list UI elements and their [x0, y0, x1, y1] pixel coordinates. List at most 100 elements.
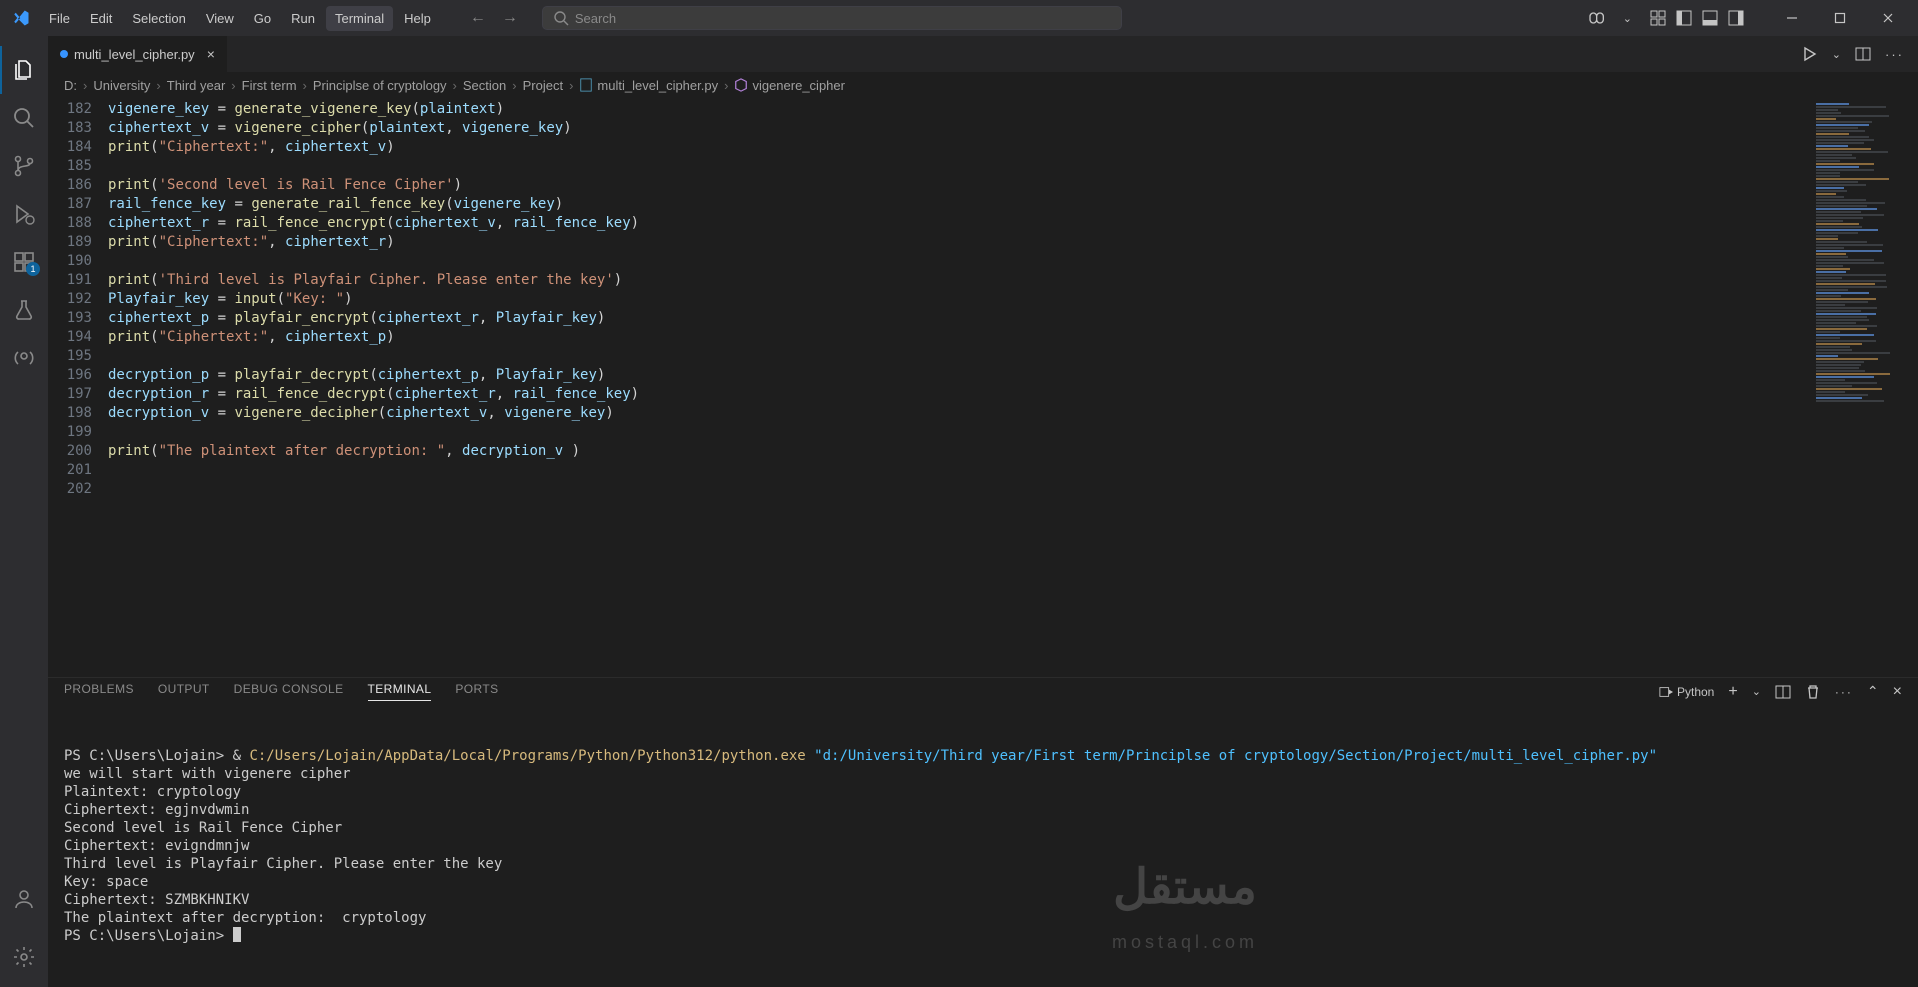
panel-tab-problems[interactable]: PROBLEMS — [64, 682, 134, 701]
launch-profile-label: Python — [1677, 685, 1714, 699]
breadcrumb-segment[interactable]: University — [93, 78, 150, 93]
more-actions-icon[interactable]: ··· — [1885, 47, 1904, 62]
toggle-sidebar-right-icon[interactable] — [1728, 10, 1744, 26]
nav-back-icon[interactable]: ← — [470, 9, 486, 27]
panel-tab-ports[interactable]: PORTS — [455, 682, 498, 701]
close-window-button[interactable] — [1866, 3, 1910, 33]
live-share-activity[interactable] — [0, 334, 48, 382]
maximize-button[interactable] — [1818, 3, 1862, 33]
code-line[interactable]: print('Third level is Playfair Cipher. P… — [108, 271, 1812, 290]
settings-activity[interactable] — [0, 933, 48, 981]
breadcrumb-file[interactable]: multi_level_cipher.py — [579, 78, 718, 93]
panel-tab-terminal[interactable]: TERMINAL — [368, 682, 432, 701]
code-line[interactable]: vigenere_key = generate_vigenere_key(pla… — [108, 100, 1812, 119]
code-line[interactable]: ciphertext_v = vigenere_cipher(plaintext… — [108, 119, 1812, 138]
minimap[interactable] — [1812, 98, 1902, 677]
code-line[interactable]: print("Ciphertext:", ciphertext_p) — [108, 328, 1812, 347]
code-line[interactable]: decryption_p = playfair_decrypt(cipherte… — [108, 366, 1812, 385]
title-bar: FileEditSelectionViewGoRunTerminalHelp ←… — [0, 0, 1918, 36]
code-line[interactable] — [108, 157, 1812, 176]
chevron-right-icon: › — [453, 78, 457, 93]
debug-launch-icon — [1659, 685, 1673, 699]
extensions-activity[interactable]: 1 — [0, 238, 48, 286]
code-line[interactable]: Playfair_key = input("Key: ") — [108, 290, 1812, 309]
code-line[interactable]: rail_fence_key = generate_rail_fence_key… — [108, 195, 1812, 214]
testing-activity[interactable] — [0, 286, 48, 334]
breadcrumb-segment[interactable]: Third year — [167, 78, 226, 93]
breadcrumb[interactable]: D: › University › Third year › First ter… — [48, 72, 1918, 98]
code-line[interactable]: print('Second level is Rail Fence Cipher… — [108, 176, 1812, 195]
code-line[interactable] — [108, 252, 1812, 271]
search-activity[interactable] — [0, 94, 48, 142]
menu-item-edit[interactable]: Edit — [81, 6, 121, 31]
source-control-activity[interactable] — [0, 142, 48, 190]
editor-body[interactable]: 1821831841851861871881891901911921931941… — [48, 98, 1918, 677]
terminal-launch-profile[interactable]: Python — [1659, 685, 1714, 699]
code-line[interactable]: print("The plaintext after decryption: "… — [108, 442, 1812, 461]
command-center-search[interactable]: Search — [542, 6, 1122, 30]
menu-item-terminal[interactable]: Terminal — [326, 6, 393, 31]
editor-tabs: multi_level_cipher.py × ⌄ ··· — [48, 36, 1918, 72]
extensions-badge: 1 — [26, 262, 40, 276]
minimize-button[interactable] — [1770, 3, 1814, 33]
menu-item-file[interactable]: File — [40, 6, 79, 31]
panel-tab-output[interactable]: OUTPUT — [158, 682, 210, 701]
breadcrumb-segment[interactable]: Project — [523, 78, 563, 93]
layout-customize-icon[interactable] — [1650, 10, 1666, 26]
new-terminal-icon[interactable]: + — [1728, 683, 1737, 701]
panel-tab-debug-console[interactable]: DEBUG CONSOLE — [234, 682, 344, 701]
run-play-icon[interactable] — [1802, 46, 1818, 62]
terminal-cursor — [233, 927, 241, 942]
search-icon — [12, 106, 36, 130]
code-line[interactable]: print("Ciphertext:", ciphertext_v) — [108, 138, 1812, 157]
code-line[interactable]: decryption_r = rail_fence_decrypt(cipher… — [108, 385, 1812, 404]
close-panel-icon[interactable]: × — [1893, 683, 1902, 701]
window-controls — [1770, 3, 1910, 33]
copilot-icon[interactable] — [1585, 8, 1605, 28]
terminal-prompt[interactable]: PS C:\Users\Lojain> — [64, 927, 1902, 945]
terminal-line: Key: space — [64, 873, 1902, 891]
terminal-line: The plaintext after decryption: cryptolo… — [64, 909, 1902, 927]
menu-item-view[interactable]: View — [197, 6, 243, 31]
code-line[interactable] — [108, 423, 1812, 442]
breadcrumb-segment[interactable]: D: — [64, 78, 77, 93]
toggle-panel-icon[interactable] — [1702, 10, 1718, 26]
toggle-sidebar-left-icon[interactable] — [1676, 10, 1692, 26]
explorer-activity[interactable] — [0, 46, 48, 94]
kill-terminal-icon[interactable] — [1805, 684, 1821, 700]
menu-item-help[interactable]: Help — [395, 6, 440, 31]
code-content[interactable]: vigenere_key = generate_vigenere_key(pla… — [108, 98, 1812, 677]
nav-forward-icon[interactable]: → — [502, 9, 518, 27]
maximize-panel-icon[interactable]: ⌃ — [1867, 683, 1879, 700]
code-line[interactable] — [108, 347, 1812, 366]
code-line[interactable]: decryption_v = vigenere_decipher(ciphert… — [108, 404, 1812, 423]
close-tab-icon[interactable]: × — [207, 46, 215, 62]
split-editor-icon[interactable] — [1855, 46, 1871, 62]
code-line[interactable]: print("Ciphertext:", ciphertext_r) — [108, 233, 1812, 252]
run-debug-activity[interactable] — [0, 190, 48, 238]
code-line[interactable]: ciphertext_p = playfair_encrypt(cipherte… — [108, 309, 1812, 328]
breadcrumb-symbol[interactable]: vigenere_cipher — [734, 78, 845, 93]
code-line[interactable] — [108, 461, 1812, 480]
more-actions-icon[interactable]: ··· — [1835, 685, 1853, 699]
activity-bar: 1 — [0, 36, 48, 987]
chevron-down-icon[interactable]: ⌄ — [1623, 12, 1632, 25]
breadcrumb-segment[interactable]: Section — [463, 78, 506, 93]
terminal-line: Ciphertext: evigndmnjw — [64, 837, 1902, 855]
terminal-line: Ciphertext: egjnvdwmin — [64, 801, 1902, 819]
terminal-body[interactable]: PS C:\Users\Lojain> & C:/Users/Lojain/Ap… — [48, 705, 1918, 987]
accounts-activity[interactable] — [0, 875, 48, 923]
layout-controls — [1650, 10, 1744, 26]
code-line[interactable]: ciphertext_r = rail_fence_encrypt(cipher… — [108, 214, 1812, 233]
editor-tab[interactable]: multi_level_cipher.py × — [48, 36, 228, 72]
menu-item-selection[interactable]: Selection — [123, 6, 194, 31]
breadcrumb-segment[interactable]: Principlse of cryptology — [313, 78, 447, 93]
chevron-down-icon[interactable]: ⌄ — [1832, 48, 1841, 61]
breadcrumb-segment[interactable]: First term — [242, 78, 297, 93]
menu-item-run[interactable]: Run — [282, 6, 324, 31]
split-terminal-icon[interactable] — [1775, 684, 1791, 700]
code-line[interactable] — [108, 480, 1812, 499]
git-branch-icon — [12, 154, 36, 178]
menu-item-go[interactable]: Go — [245, 6, 280, 31]
chevron-down-icon[interactable]: ⌄ — [1752, 685, 1761, 698]
